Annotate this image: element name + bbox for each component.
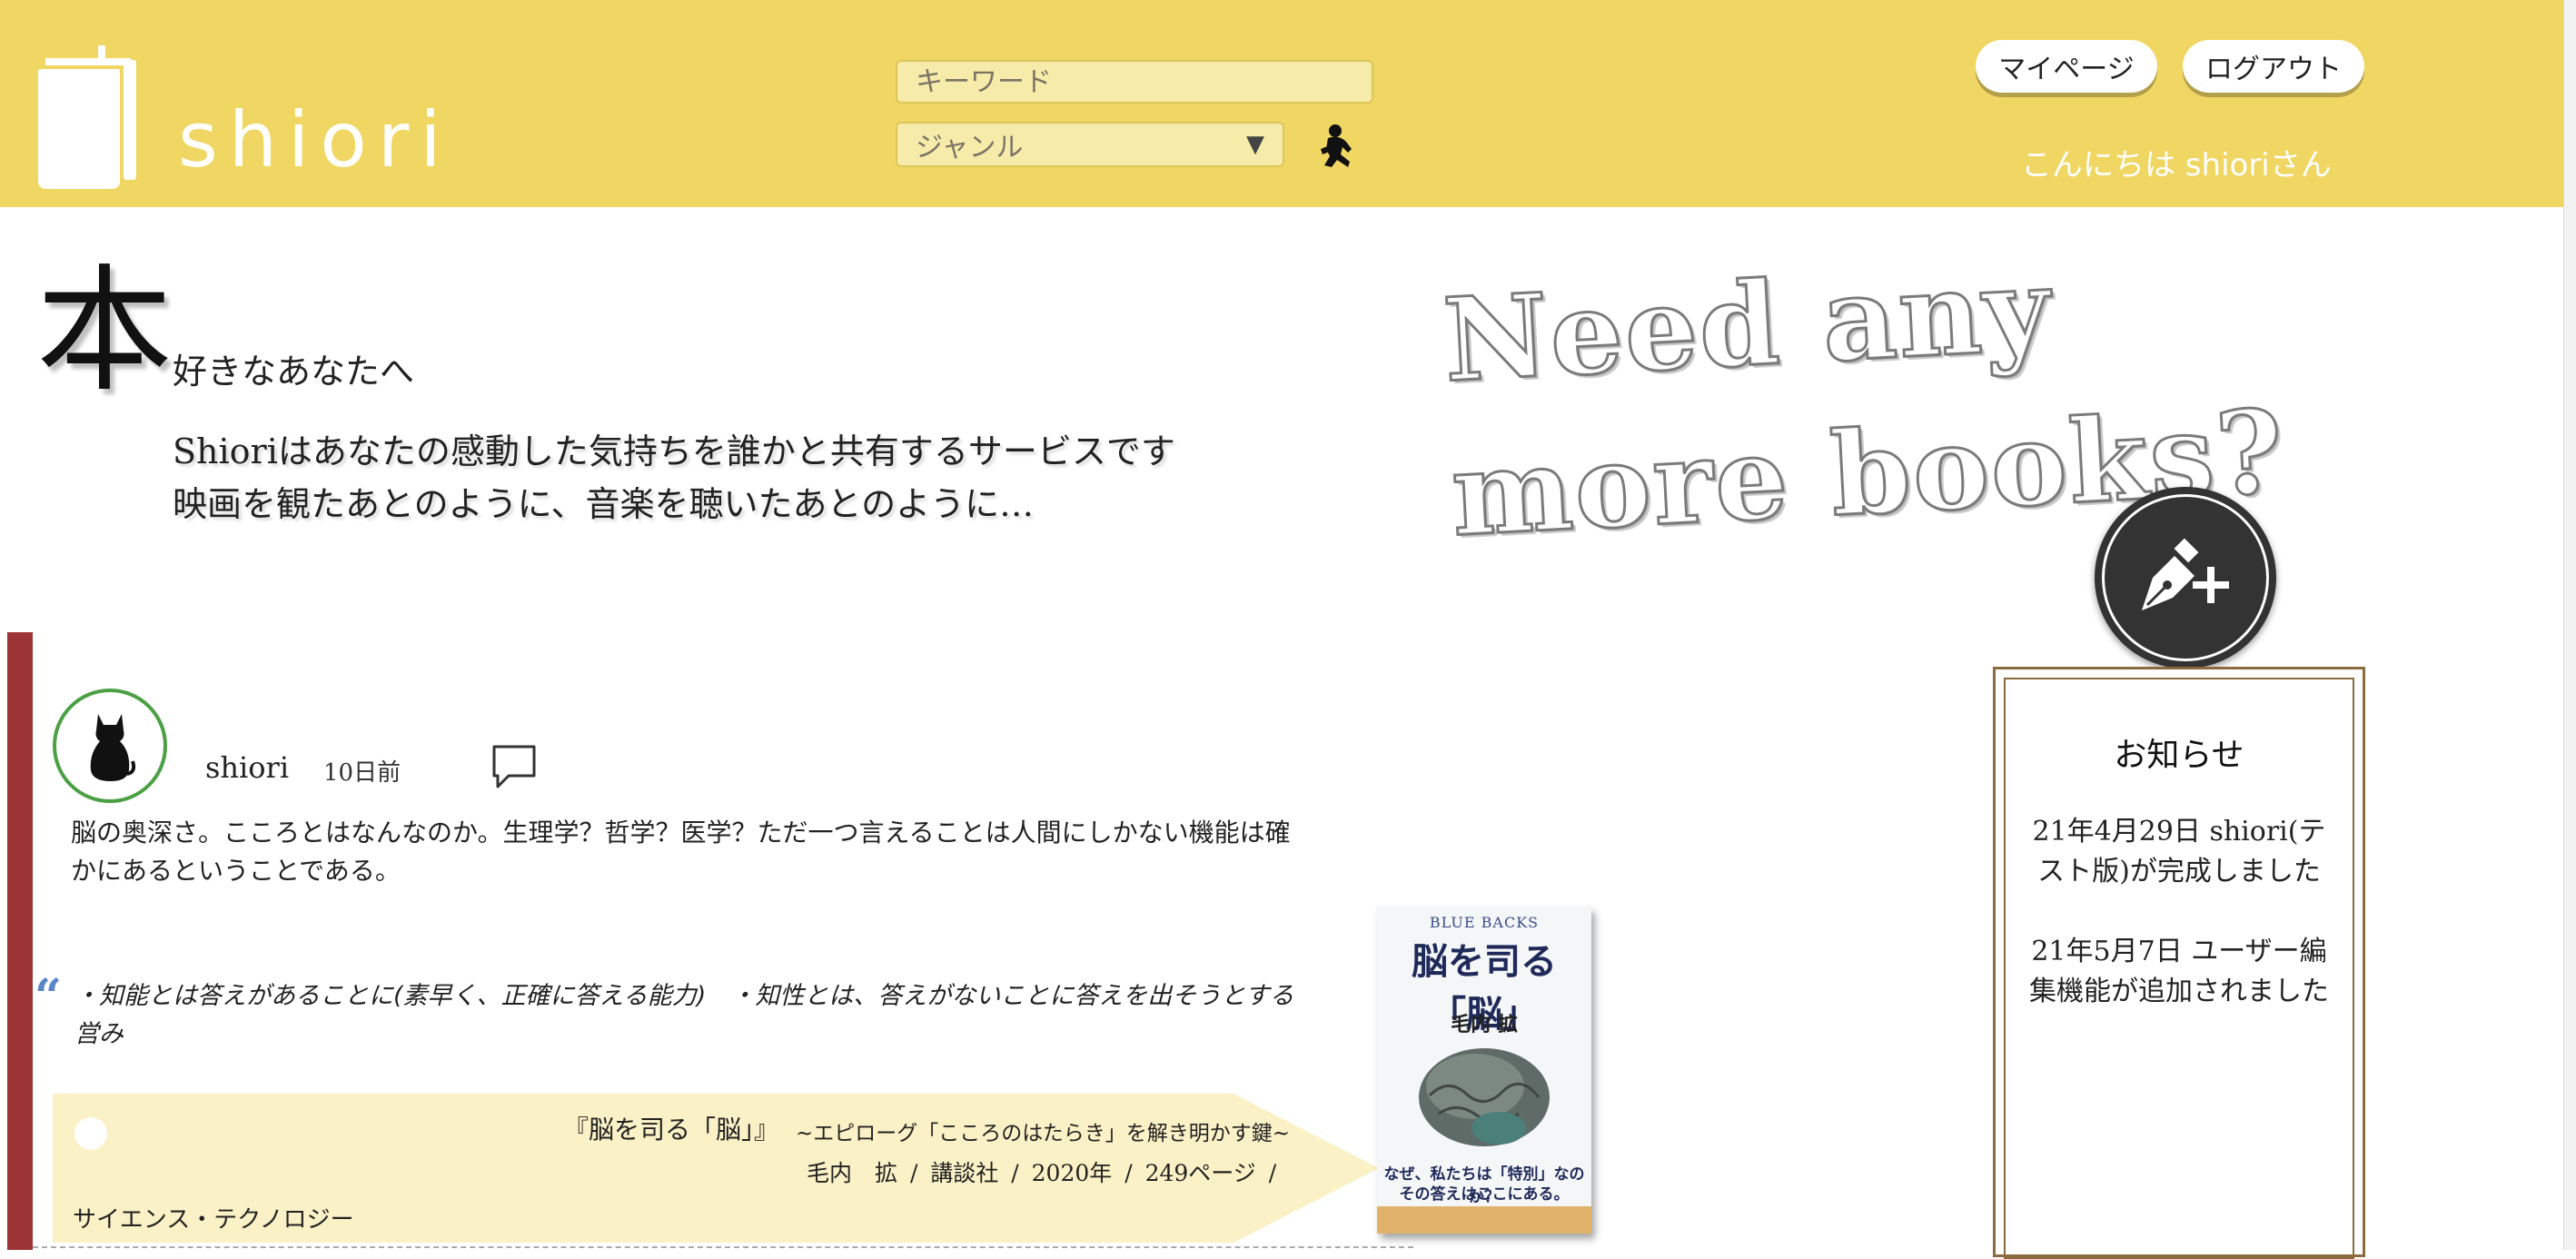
cover-caption-line2: その答えはここにある。 — [1399, 1185, 1570, 1204]
avatar[interactable] — [53, 689, 167, 803]
genre-select-label: ジャンル — [916, 132, 1024, 164]
book-title[interactable]: 『脳を司る「脳」』 — [563, 1110, 779, 1146]
brain-illustration — [1419, 1048, 1550, 1146]
cover-series: BLUE BACKS — [1429, 914, 1540, 931]
book-bookmark-icon[interactable] — [36, 45, 141, 191]
cat-icon — [90, 714, 136, 781]
book-meta: 毛内 拡 / 講談社 / 2020年 / 249ページ / — [807, 1160, 1277, 1186]
pen-plus-icon — [2142, 538, 2229, 610]
speech-bubble-icon[interactable] — [489, 741, 540, 792]
cover-band — [1377, 1206, 1591, 1234]
keyword-search-input[interactable] — [896, 60, 1373, 104]
post-quote-text: ・知能とは答えがあることに(素早く、正確に答える能力) ・知性とは、答えがないこ… — [74, 982, 1294, 1048]
logout-button[interactable]: ログアウト — [2183, 40, 2364, 93]
hero-description-line1: Shioriはあなたの感動した気持ちを誰かと共有するサービスです — [173, 431, 1175, 471]
scrollbar[interactable] — [2563, 0, 2576, 1250]
post-accent-stripe — [7, 632, 33, 1250]
post-username[interactable]: shiori — [205, 750, 289, 785]
notice-title: お知らせ — [2114, 737, 2244, 774]
genre-select[interactable]: ジャンル ▼ — [896, 122, 1284, 167]
hero-description-line2: 映画を観たあとのように、音楽を聴いたあとのように… — [173, 484, 1035, 524]
crouching-figure-icon[interactable] — [1312, 122, 1362, 173]
notice-item: 21年5月7日 ユーザー編集機能が追加されました — [2029, 936, 2329, 1007]
user-greeting: こんにちは shioriさん — [2021, 147, 2332, 183]
card-divider — [33, 1246, 1413, 1248]
hero-subtitle: 好きなあなたへ — [173, 352, 415, 392]
post-body-text: 脳の奥深さ。こころとはなんなのか。生理学？哲学？医学？ただ一つ言えることは人間に… — [71, 818, 1291, 886]
book-cover-image[interactable]: BLUE BACKS 脳を司る「脳」 毛内 拡 なぜ、私たちは「特別」なのか？ … — [1377, 907, 1591, 1234]
quote-mark-icon: “ — [35, 969, 62, 1025]
chevron-down-icon: ▼ — [1246, 131, 1264, 158]
book-subtitle: ~エピローグ「こころのはたらき」を解き明かす鍵~ — [796, 1122, 1291, 1145]
new-post-button[interactable] — [2095, 487, 2276, 669]
banner-dot — [74, 1117, 107, 1150]
logo-text[interactable]: shiori — [178, 102, 452, 178]
notice-item: 21年4月29日 shiori(テスト版)が完成しました — [2032, 816, 2326, 887]
hero-kanji: 本 — [36, 253, 173, 411]
mypage-button[interactable]: マイページ — [1976, 40, 2157, 93]
post-timestamp: 10日前 — [323, 759, 401, 787]
book-genre[interactable]: サイエンス・テクノロジー — [73, 1201, 354, 1234]
cover-author: 毛内 拡 — [1451, 1013, 1518, 1036]
